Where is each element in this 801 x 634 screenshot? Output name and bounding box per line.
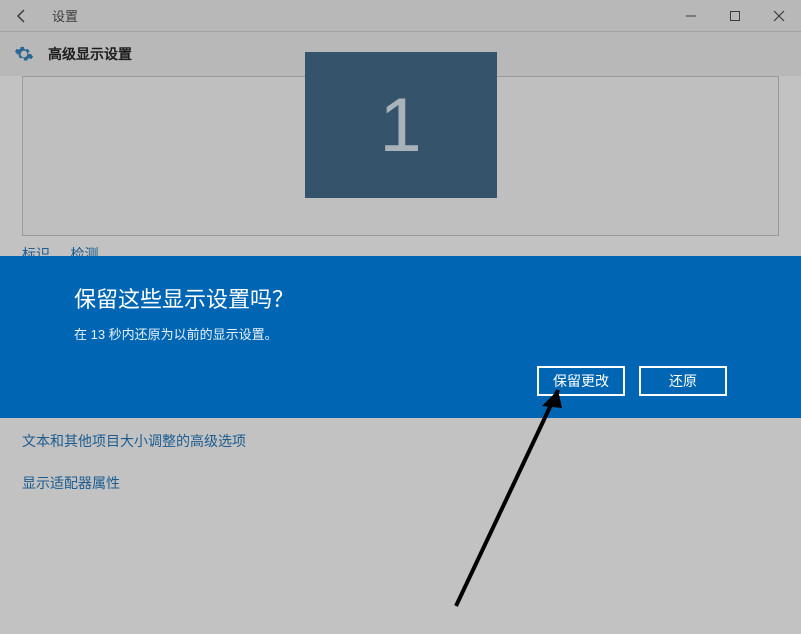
monitor-1[interactable]: 1 [305, 52, 497, 198]
dialog-title: 保留这些显示设置吗？ [74, 282, 727, 314]
maximize-icon [729, 10, 741, 22]
monitor-number: 1 [379, 82, 421, 169]
close-icon [773, 10, 785, 22]
display-preview-area: 1 [22, 76, 779, 236]
dialog-buttons: 保留更改 还原 [537, 366, 727, 396]
gear-icon [14, 44, 34, 64]
related-link-text-scaling[interactable]: 文本和其他项目大小调整的高级选项 [22, 431, 779, 451]
window-title: 设置 [52, 6, 78, 25]
minimize-button[interactable] [669, 0, 713, 32]
window-controls [669, 0, 801, 32]
maximize-button[interactable] [713, 0, 757, 32]
related-link-adapter-properties[interactable]: 显示适配器属性 [22, 473, 779, 493]
keep-changes-button[interactable]: 保留更改 [537, 366, 625, 396]
arrow-left-icon [14, 8, 30, 24]
minimize-icon [685, 10, 697, 22]
close-button[interactable] [757, 0, 801, 32]
titlebar: 设置 [0, 0, 801, 32]
back-button[interactable] [0, 0, 44, 32]
page-title: 高级显示设置 [48, 44, 132, 64]
confirm-display-dialog: 保留这些显示设置吗？ 在 13 秒内还原为以前的显示设置。 保留更改 还原 [0, 256, 801, 418]
dialog-subtitle: 在 13 秒内还原为以前的显示设置。 [74, 324, 727, 343]
revert-button[interactable]: 还原 [639, 366, 727, 396]
